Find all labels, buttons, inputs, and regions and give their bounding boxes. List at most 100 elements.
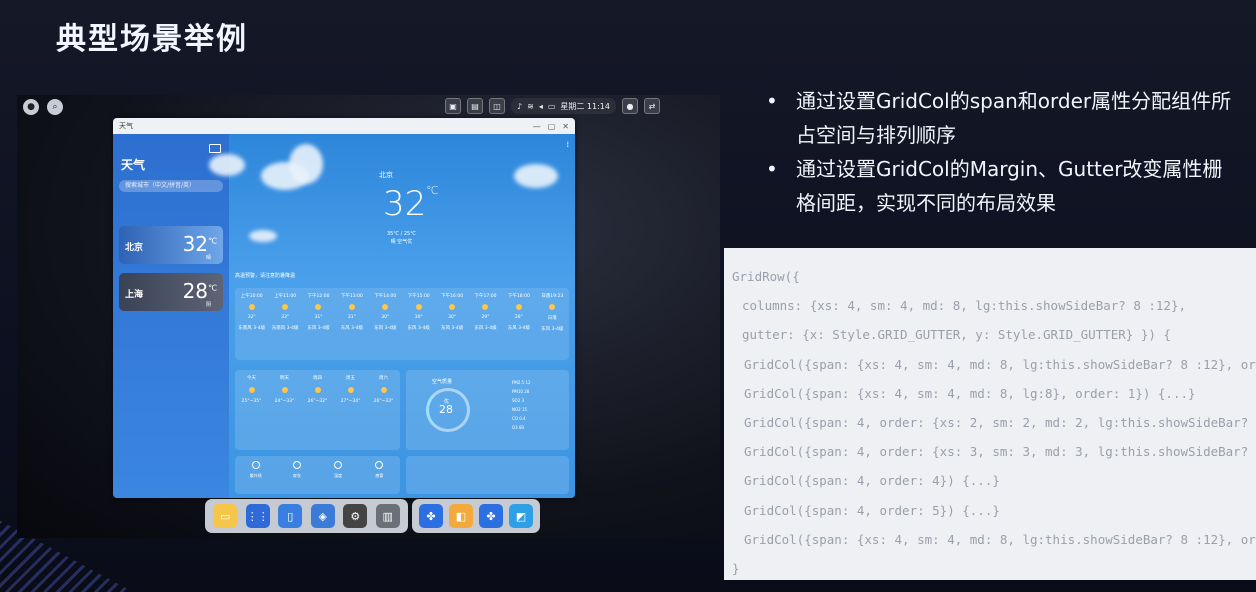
sun-icon [449, 304, 456, 310]
wifi-icon: ≋ [527, 101, 534, 111]
sun-icon [382, 304, 389, 310]
battery-icon: ▭ [547, 101, 556, 111]
code-line: gutter: {x: Style.GRID_GUTTER, y: Style.… [742, 327, 1171, 343]
life-item: 感冒 [359, 456, 400, 494]
life-label: 感冒 [375, 473, 384, 478]
hour-wind: 东风 3-4级 [374, 326, 397, 331]
clover-app-icon-2[interactable]: ✤ [479, 504, 503, 528]
sun-icon [549, 304, 556, 310]
hour-item: 下午13:00 31° 东风 3-4级 [335, 288, 368, 360]
life-index[interactable]: 紫外线 穿衣 湿度 感冒 [235, 456, 400, 494]
current-temp: 32℃ [383, 184, 439, 224]
search-icon[interactable]: ⌕ [47, 99, 63, 115]
aqi-item: PM2.5 12 [512, 380, 531, 385]
code-line: GridCol({span: {xs: 4, sm: 4, md: 8, lg:… [744, 531, 1256, 547]
translate-app-icon[interactable]: ◧ [449, 504, 473, 528]
close-icon[interactable]: ✕ [562, 122, 569, 131]
extra-panel [406, 456, 569, 494]
city-search-input[interactable]: 搜索城市（中文/拼音/英） [119, 180, 223, 192]
aqi-item: SO2 3 [512, 398, 525, 403]
hour-time: 下午14:00 [374, 294, 397, 299]
person-icon[interactable]: ● [23, 99, 39, 115]
day-range: 26°~33° [373, 399, 394, 404]
minimize-icon[interactable]: — [533, 122, 541, 131]
window-controls: — ▢ ✕ [533, 122, 569, 131]
vscode-app-icon[interactable]: ◩ [509, 504, 533, 528]
code-line: GridCol({span: 4, order: 5}) {...} [744, 502, 1000, 518]
menu-icon[interactable]: ⁞ [566, 140, 569, 149]
day-range: 25°~35° [241, 399, 262, 404]
maximize-icon[interactable]: ▢ [548, 122, 556, 131]
hour-temp: 33° [281, 315, 290, 320]
multi-window-icon[interactable]: ◫ [489, 98, 505, 114]
cloud-decoration [249, 230, 277, 242]
hour-temp: 日落 [547, 316, 557, 321]
sidebar-title: 天气 [121, 158, 146, 172]
sun-icon [415, 304, 422, 310]
hour-temp: 30° [448, 315, 457, 320]
sidebar-toggle-icon[interactable] [209, 144, 221, 153]
notification-icon[interactable]: ● [622, 98, 638, 114]
current-city: 北京 [379, 171, 393, 179]
app-grid-icon[interactable]: ⋮⋮ [245, 504, 270, 528]
hour-time: 上午11:00 [274, 294, 297, 299]
code-line: GridCol({span: 4, order: {xs: 3, sm: 3, … [744, 444, 1256, 460]
city-card-desc: 阴 [205, 302, 211, 308]
code-line: GridCol({span: {xs: 4, sm: 4, md: 8, lg:… [744, 356, 1256, 372]
sun-icon [282, 304, 289, 310]
city-sidebar: 天气 搜索城市（中文/拼音/英） 北京 32℃ 晴 上海 28℃ 阴 [113, 134, 229, 498]
sun-icon [515, 304, 522, 310]
sun-icon [348, 304, 355, 310]
hour-temp: 28° [514, 315, 523, 320]
hourly-forecast[interactable]: 上午10:00 32° 东南风 3-4级 上午11:00 33° 东南风 3-4级 下午12… [235, 288, 569, 360]
window-titlebar[interactable]: 天气 — ▢ ✕ [113, 118, 575, 134]
cloud-decoration [209, 154, 245, 176]
weather-window[interactable]: 天气 — ▢ ✕ 天气 搜索城市（中文/拼音/英） 北京 32℃ 晴 上海 28… [113, 118, 575, 498]
notes-app-icon[interactable]: ▯ [278, 504, 303, 528]
system-status-bar: ▣ ▤ ◫ ♪ ≋ ◂ ▭ 星期二 11:14 ● ⇄ [445, 97, 715, 115]
code-line: GridCol({span: 4, order: {xs: 2, sm: 2, … [744, 414, 1256, 430]
python-app-icon[interactable]: ◈ [310, 504, 335, 528]
life-icon [292, 461, 301, 469]
day-item: 周四 26°~32° [301, 370, 334, 450]
hour-item: 上午11:00 33° 东南风 3-4级 [268, 288, 301, 360]
hour-wind: 东风 3-4级 [474, 326, 497, 331]
hour-item: 下午18:00 28° 东风 3-4级 [502, 288, 535, 360]
bullet-list: 通过设置GridCol的span和order属性分配组件所占空间与排列顺序 通过… [764, 84, 1234, 220]
hour-item: 日落19:23 日落 东风 3-4级 [536, 288, 569, 360]
files-app-icon[interactable]: ▭ [213, 504, 238, 528]
city-card-beijing[interactable]: 北京 32℃ 晴 [119, 226, 223, 264]
hour-temp: 30° [381, 315, 390, 320]
city-card-shanghai[interactable]: 上海 28℃ 阴 [119, 273, 223, 311]
aqi-item: CO 0.4 [512, 416, 526, 421]
hour-item: 上午10:00 32° 东南风 3-4级 [235, 288, 268, 360]
window-mode-icon[interactable]: ▣ [445, 98, 461, 114]
air-quality-panel[interactable]: 空气质量 优 28 PM2.5 12 PM10 28 SO2 3 NO2 15 CO 0… [406, 370, 569, 450]
aqi-item: PM10 28 [512, 389, 530, 394]
hour-wind: 东风 3-4级 [340, 326, 364, 331]
control-center-icon[interactable]: ⇄ [644, 98, 660, 114]
bullet-item: 通过设置GridCol的Margin、Gutter改变属性栅格间距，实现不同的布… [764, 152, 1234, 220]
sun-icon [281, 387, 288, 393]
daily-forecast[interactable]: 今天 25°~35° 明天 24°~33° 周四 26°~32° 周五 27°~34° 周六 26… [235, 370, 400, 450]
code-line: } [732, 560, 740, 576]
life-icon [375, 461, 384, 469]
weather-main: ⁞ 北京 32℃ 35℃ / 25℃ 晴 空气优 高温预警，请注意防暑降温 上午… [209, 134, 575, 498]
clover-app-icon[interactable]: ✤ [419, 504, 443, 528]
city-card-name: 北京 [125, 243, 144, 253]
cloud-decoration [289, 144, 323, 184]
day-name: 周五 [346, 376, 355, 381]
aqi-item: NO2 15 [512, 407, 528, 412]
hour-wind: 东风 3-4级 [440, 326, 464, 331]
status-pill[interactable]: ♪ ≋ ◂ ▭ 星期二 11:14 [511, 98, 616, 114]
desktop-screenshot: ● ⌕ ▣ ▤ ◫ ♪ ≋ ◂ ▭ 星期二 11:14 ● ⇄ 天气 — ▢ ✕… [17, 95, 720, 538]
day-range: 27°~34° [340, 399, 361, 404]
settings-app-icon[interactable]: ⚙ [343, 504, 368, 528]
hour-wind: 东风 3-4级 [507, 326, 531, 331]
hour-time: 下午18:00 [507, 294, 530, 299]
split-view-icon[interactable]: ▤ [467, 98, 483, 114]
hour-wind: 东风 3-4级 [407, 326, 430, 331]
hour-item: 下午14:00 30° 东风 3-4级 [369, 288, 402, 360]
trash-app-icon[interactable]: ▥ [375, 504, 400, 528]
city-card-temp: 28℃ [182, 279, 217, 303]
